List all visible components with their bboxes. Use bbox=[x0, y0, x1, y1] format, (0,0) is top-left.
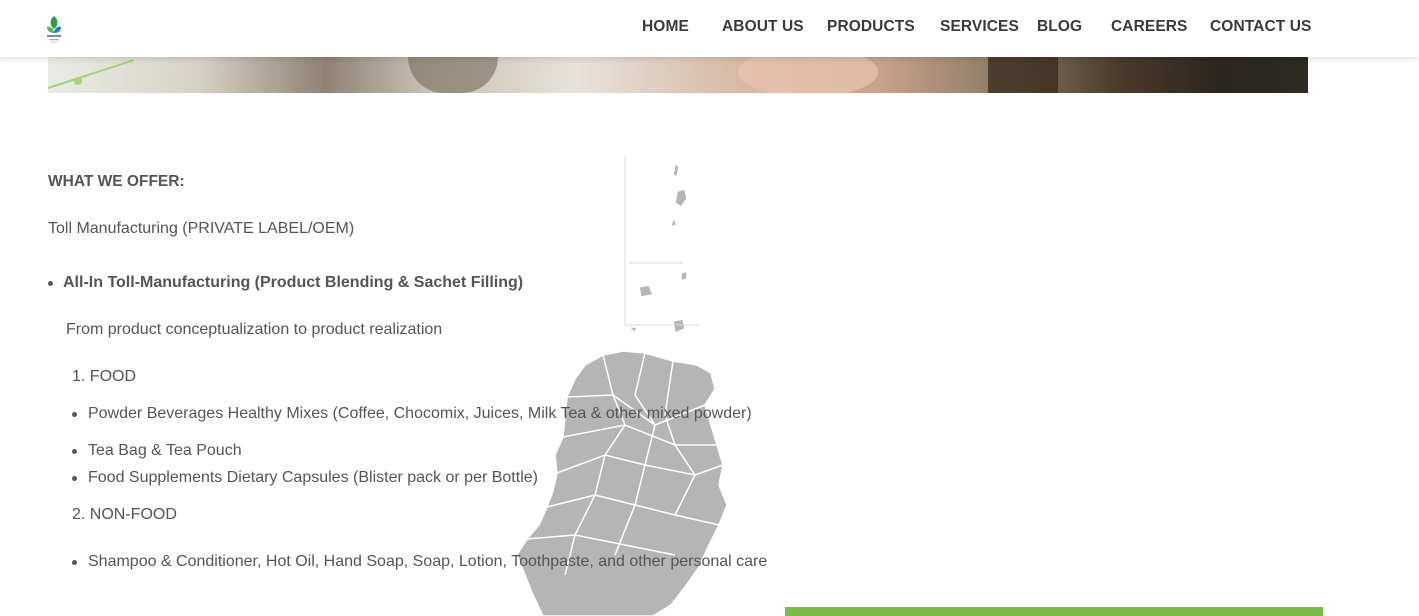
nav-careers[interactable]: CAREERS bbox=[1111, 18, 1188, 36]
nav-services[interactable]: SERVICES bbox=[940, 18, 1019, 36]
list-item: Food Supplements Dietary Capsules (Blist… bbox=[88, 469, 538, 486]
list-item: Shampoo & Conditioner, Hot Oil, Hand Soa… bbox=[88, 553, 768, 570]
banner-dot bbox=[74, 77, 82, 85]
bullet-icon bbox=[72, 560, 77, 565]
nav-about-us[interactable]: ABOUT US bbox=[722, 18, 804, 36]
hero-banner-image bbox=[48, 57, 1308, 93]
section-heading: WHAT WE OFFER: bbox=[48, 173, 185, 190]
section-subheading: Toll Manufacturing (PRIVATE LABEL/OEM) bbox=[48, 220, 355, 237]
service-description: From product conceptualization to produc… bbox=[66, 321, 443, 338]
banner-line bbox=[48, 59, 134, 89]
bullet-icon bbox=[48, 281, 53, 286]
philippines-map-watermark bbox=[516, 155, 728, 616]
nav-home[interactable]: HOME bbox=[642, 18, 689, 36]
nav-products[interactable]: PRODUCTS bbox=[827, 18, 915, 36]
banner-shape bbox=[738, 57, 878, 93]
nav-contact-us[interactable]: CONTACT US bbox=[1210, 18, 1311, 36]
bullet-icon bbox=[72, 449, 77, 454]
list-item: Tea Bag & Tea Pouch bbox=[88, 442, 242, 459]
category-food-label: 1. FOOD bbox=[72, 368, 137, 385]
top-navigation-bar: HOME ABOUT US PRODUCTS SERVICES BLOG CAR… bbox=[0, 0, 1419, 57]
bullet-icon bbox=[72, 476, 77, 481]
green-accent-block bbox=[785, 607, 1323, 616]
service-title: All-In Toll-Manufacturing (Product Blend… bbox=[63, 274, 524, 291]
company-leaf-logo-icon[interactable] bbox=[44, 14, 64, 44]
banner-shape bbox=[988, 57, 1058, 93]
banner-shape bbox=[408, 57, 498, 93]
category-non-food-label: 2. NON-FOOD bbox=[72, 506, 177, 523]
bullet-icon bbox=[72, 412, 77, 417]
list-item: Powder Beverages Healthy Mixes (Coffee, … bbox=[88, 405, 752, 422]
nav-blog[interactable]: BLOG bbox=[1037, 18, 1082, 36]
